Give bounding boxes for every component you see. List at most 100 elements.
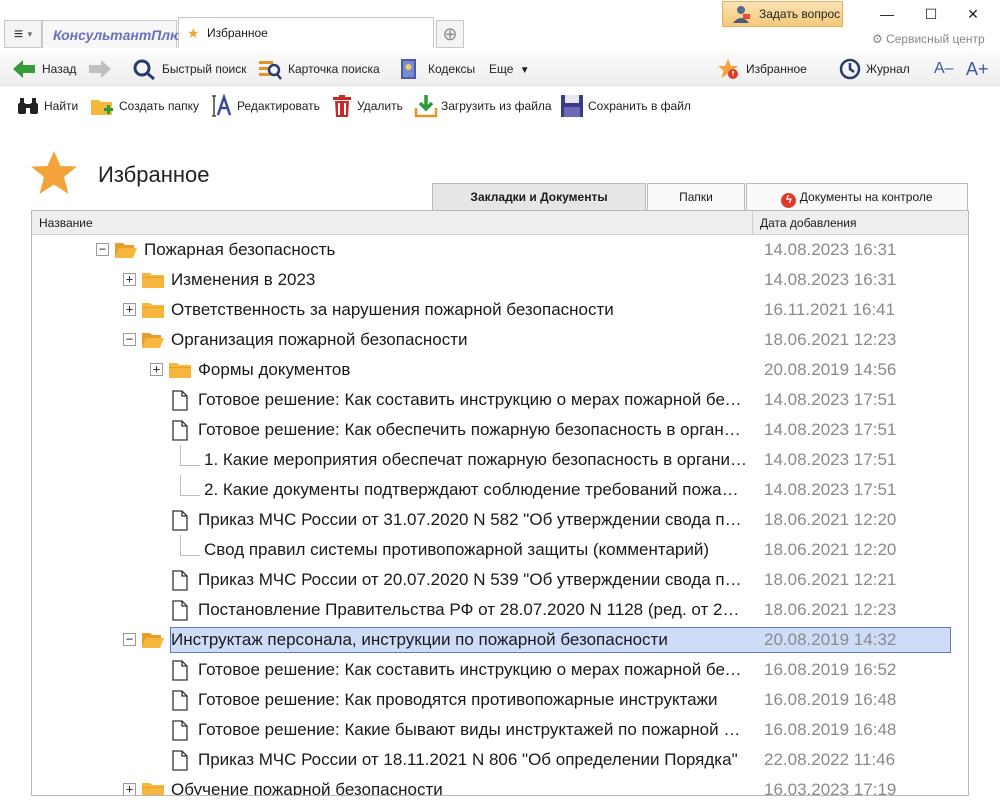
favorites-label: Избранное xyxy=(746,62,807,76)
tree-bookmark-row[interactable]: 2. Какие документы подтверждают соблюден… xyxy=(32,475,952,505)
tree-document-row[interactable]: Готовое решение: Как обеспечить пожарную… xyxy=(32,415,952,445)
chevron-down-icon: ▾ xyxy=(27,29,33,39)
folder-icon xyxy=(142,303,164,318)
font-larger-button[interactable]: A+ xyxy=(966,52,989,86)
minimize-button[interactable]: — xyxy=(872,4,902,24)
edit-button[interactable]: Редактировать xyxy=(208,88,320,124)
service-center-label: Сервисный центр xyxy=(886,32,985,46)
tree-item-date: 18.06.2021 12:23 xyxy=(764,600,897,619)
tree-item-date: 16.11.2021 16:41 xyxy=(764,300,896,319)
tree-item-name: 1. Какие мероприятия обеспечат пожарную … xyxy=(204,450,748,469)
magnifier-icon xyxy=(133,59,155,80)
tree-item-date: 14.08.2023 16:31 xyxy=(764,240,897,259)
tree-item-name: Приказ МЧС России от 18.11.2021 N 806 "О… xyxy=(198,750,738,769)
consultant-icon xyxy=(733,6,750,23)
tree-item-name: Организация пожарной безопасности xyxy=(171,330,468,349)
page-title: Избранное xyxy=(98,162,210,187)
tree-item-date: 18.06.2021 12:23 xyxy=(764,330,897,349)
search-card-button[interactable]: Карточка поиска xyxy=(258,52,380,86)
back-button[interactable]: Назад xyxy=(12,52,76,86)
folder-open-icon xyxy=(115,243,137,258)
tree-item-name: 2. Какие документы подтверждают соблюден… xyxy=(204,480,748,499)
column-header-date[interactable]: Дата добавления xyxy=(760,211,856,235)
tree-document-row[interactable]: Готовое решение: Какие бывают виды инстр… xyxy=(32,715,952,745)
tree-item-date: 14.08.2023 17:51 xyxy=(764,390,897,409)
tree-document-row[interactable]: Приказ МЧС России от 31.07.2020 N 582 "О… xyxy=(32,505,952,535)
tab-documents-on-control[interactable]: ϟ Документы на контроле xyxy=(746,183,968,210)
folder-icon xyxy=(169,363,191,378)
more-label: Еще xyxy=(489,62,514,76)
tree-item-date: 18.06.2021 12:21 xyxy=(764,570,897,589)
maximize-button[interactable]: ☐ xyxy=(916,4,946,24)
binoculars-icon xyxy=(18,98,38,114)
tree-folder-row[interactable]: − Инструктаж персонала, инструкции по пож… xyxy=(32,625,952,655)
expand-icon[interactable]: + xyxy=(123,303,136,316)
document-icon xyxy=(172,660,188,681)
tree-item-name: Готовое решение: Как обеспечить пожарную… xyxy=(198,420,748,439)
service-icon: ⚙ xyxy=(872,32,887,46)
main-menu-button[interactable]: ≡ ▾ xyxy=(4,20,42,48)
tree-document-row[interactable]: Приказ МЧС России от 20.07.2020 N 539 "О… xyxy=(32,565,952,595)
column-header-name[interactable]: Название xyxy=(39,211,93,235)
tree-document-row[interactable]: Готовое решение: Как составить инструкци… xyxy=(32,655,952,685)
tree-item-name: Готовое решение: Какие бывают виды инстр… xyxy=(198,720,748,739)
star-icon: ★ xyxy=(187,25,200,41)
close-button[interactable]: ✕ xyxy=(958,4,988,24)
codex-book-icon xyxy=(401,59,416,79)
save-to-file-label: Сохранить в файл xyxy=(588,99,691,113)
tab-folders[interactable]: Папки xyxy=(647,183,745,210)
quick-search-button[interactable]: Быстрый поиск xyxy=(132,52,246,86)
more-menu[interactable]: Еще ▼ xyxy=(489,52,530,86)
column-divider[interactable] xyxy=(752,211,753,235)
load-from-file-button[interactable]: Загрузить из файла xyxy=(414,88,552,124)
tree-item-date: 14.08.2023 17:51 xyxy=(764,480,897,499)
trash-icon xyxy=(333,95,351,117)
service-center-link[interactable]: ⚙ Сервисный центр xyxy=(872,32,985,46)
tree-folder-row[interactable]: + Обучение пожарной безопасности 16.03.202… xyxy=(32,775,952,796)
save-to-file-button[interactable]: Сохранить в файл xyxy=(560,88,691,124)
tree-document-row[interactable]: Приказ МЧС России от 18.11.2021 N 806 "О… xyxy=(32,745,952,775)
ask-question-button[interactable]: Задать вопрос xyxy=(722,1,843,27)
favorites-button[interactable]: Избранное xyxy=(716,52,807,86)
search-card-label: Карточка поиска xyxy=(288,62,380,76)
tree-item-name: Приказ МЧС России от 20.07.2020 N 539 "О… xyxy=(198,570,748,589)
codes-button[interactable]: Кодексы xyxy=(398,52,475,86)
create-folder-button[interactable]: Создать папку xyxy=(90,88,199,124)
collapse-icon[interactable]: − xyxy=(123,333,136,346)
new-tab-button[interactable]: ⊕ xyxy=(436,20,464,48)
delete-button[interactable]: Удалить xyxy=(330,88,403,124)
tree-document-row[interactable]: Постановление Правительства РФ от 28.07.… xyxy=(32,595,952,625)
tree-folder-row[interactable]: + Изменения в 2023 14.08.2023 16:31 xyxy=(32,265,952,295)
tab-documents-on-control-label: Документы на контроле xyxy=(799,190,933,204)
tree-folder-row[interactable]: + Формы документов 20.08.2019 14:56 xyxy=(32,355,952,385)
tree-item-name: Обучение пожарной безопасности xyxy=(171,780,443,796)
expand-icon[interactable]: + xyxy=(123,273,136,286)
collapse-icon[interactable]: − xyxy=(123,633,136,646)
document-icon xyxy=(172,570,188,591)
main-toolbar: Назад Быстрый поиск Карточка поиска Коде… xyxy=(0,52,1000,86)
tree-item-name: Свод правил системы противопожарной защи… xyxy=(204,540,710,559)
tab-bookmarks-documents[interactable]: Закладки и Документы xyxy=(432,183,646,210)
tree-bookmark-row[interactable]: 1. Какие мероприятия обеспечат пожарную … xyxy=(32,445,952,475)
logo-tab[interactable]: КонсультантПлюс xyxy=(42,20,190,48)
tree-document-row[interactable]: Готовое решение: Как составить инструкци… xyxy=(32,385,952,415)
tab-favorites[interactable]: ★ Избранное xyxy=(178,17,434,48)
journal-button[interactable]: Журнал xyxy=(838,52,910,86)
document-icon xyxy=(172,600,188,621)
collapse-icon[interactable]: − xyxy=(96,243,109,256)
tree-item-name: Изменения в 2023 xyxy=(171,270,316,289)
tree-document-row[interactable]: Готовое решение: Как проводятся противоп… xyxy=(32,685,952,715)
journal-label: Журнал xyxy=(866,62,910,76)
tree-folder-row[interactable]: + Ответственность за нарушения пожарной б… xyxy=(32,295,952,325)
create-folder-label: Создать папку xyxy=(119,99,199,113)
find-button[interactable]: Найти xyxy=(16,88,78,124)
tree-bookmark-row[interactable]: Свод правил системы противопожарной защи… xyxy=(32,535,952,565)
font-smaller-button[interactable]: A– xyxy=(934,52,954,86)
tab-favorites-label: Избранное xyxy=(207,26,268,40)
tree-folder-row[interactable]: − Пожарная безопасность 14.08.2023 16:31 xyxy=(32,235,952,265)
tree-folder-row[interactable]: − Организация пожарной безопасности 18.06.… xyxy=(32,325,952,355)
expand-icon[interactable]: + xyxy=(123,783,136,795)
expand-icon[interactable]: + xyxy=(150,363,163,376)
tree-item-name: Инструктаж персонала, инструкции по пожа… xyxy=(171,630,668,649)
caret-down-icon: ▼ xyxy=(519,65,530,76)
